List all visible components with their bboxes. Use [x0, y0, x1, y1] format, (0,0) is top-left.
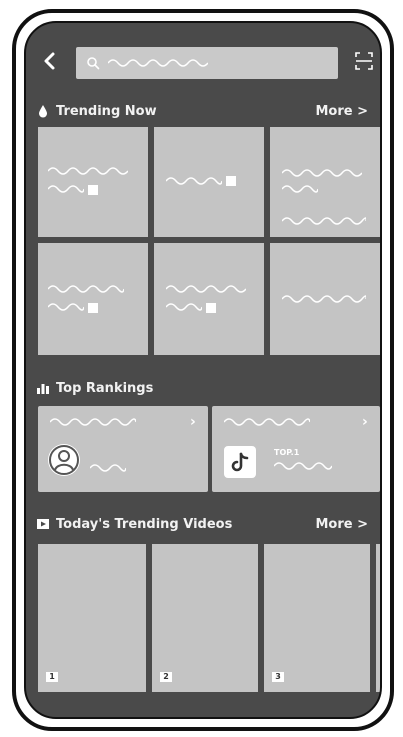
user-icon [49, 445, 79, 475]
video-card[interactable]: 2 [152, 544, 258, 692]
trending-more-link[interactable]: More > [315, 104, 368, 119]
videos-header: Today's Trending Videos More > [36, 513, 368, 535]
trending-tile[interactable] [154, 127, 264, 237]
tiktok-badge [224, 446, 256, 478]
badge-square [226, 176, 236, 186]
video-card[interactable]: 1 [38, 544, 146, 692]
drop-icon [39, 105, 47, 118]
trending-tile[interactable] [38, 243, 148, 355]
text-squiggle [48, 167, 128, 175]
video-card-partial[interactable]: 4 [376, 544, 380, 692]
text-squiggle [90, 464, 126, 472]
badge-square [88, 185, 98, 195]
ranking-card[interactable]: › TOP.1 [212, 406, 380, 492]
rank-top-label: TOP.1 [274, 448, 300, 457]
badge-square [88, 303, 98, 313]
text-squiggle [224, 418, 310, 426]
text-squiggle [48, 303, 84, 311]
tiktok-icon [231, 452, 249, 472]
video-rank-badge: 2 [160, 672, 172, 682]
videos-more-link[interactable]: More > [315, 517, 368, 532]
text-squiggle [166, 177, 222, 185]
video-card[interactable]: 3 [264, 544, 370, 692]
chevron-right-icon: › [362, 414, 368, 430]
text-squiggle [282, 185, 318, 193]
text-squiggle [166, 285, 246, 293]
videos-title: Today's Trending Videos [56, 516, 233, 532]
chevron-left-icon[interactable] [40, 51, 60, 71]
trending-tile[interactable] [154, 243, 264, 355]
text-squiggle [48, 285, 124, 293]
text-squiggle [50, 418, 136, 426]
bar-chart-icon [37, 384, 49, 394]
avatar [48, 444, 80, 476]
trending-tile[interactable] [270, 127, 380, 237]
text-squiggle [282, 295, 366, 303]
rankings-header: Top Rankings [36, 377, 368, 399]
phone-frame: Trending Now More > Top Rankings › › TOP… [12, 9, 394, 731]
text-squiggle [282, 169, 362, 177]
video-icon [37, 519, 49, 529]
rankings-title: Top Rankings [56, 380, 154, 396]
chevron-right-icon: › [190, 414, 196, 430]
trending-tile[interactable] [38, 127, 148, 237]
video-rank-badge: 1 [46, 672, 58, 682]
trending-header: Trending Now More > [36, 100, 368, 122]
trending-tile[interactable] [270, 243, 380, 355]
scan-icon[interactable] [354, 51, 374, 71]
text-squiggle [274, 462, 332, 470]
top-bar [26, 41, 380, 81]
search-icon [87, 57, 100, 70]
ranking-card[interactable]: › [38, 406, 208, 492]
text-squiggle [282, 217, 366, 225]
screen: Trending Now More > Top Rankings › › TOP… [24, 21, 382, 719]
trending-title: Trending Now [56, 103, 157, 119]
badge-square [206, 303, 216, 313]
text-squiggle [166, 303, 202, 311]
search-placeholder-squiggle [108, 59, 208, 67]
search-input[interactable] [76, 47, 338, 79]
text-squiggle [48, 185, 84, 193]
video-rank-badge: 3 [272, 672, 284, 682]
